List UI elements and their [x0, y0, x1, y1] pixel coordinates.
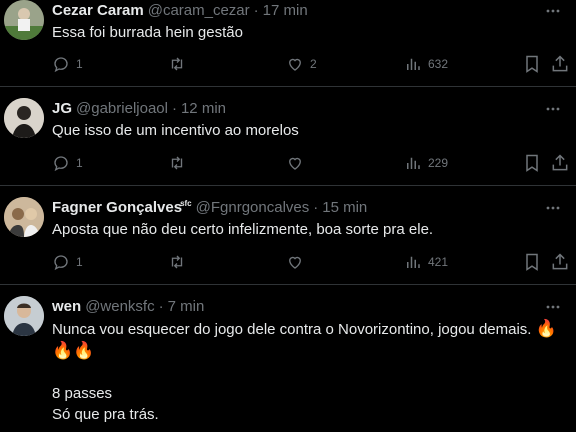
- fire-emoji: 🔥: [73, 341, 95, 360]
- reply-icon: [52, 55, 70, 73]
- timestamp[interactable]: 12 min: [181, 100, 226, 117]
- reply-count: 1: [76, 255, 83, 269]
- author-handle[interactable]: @Fgnrgoncalves: [196, 199, 310, 216]
- author-name[interactable]: wen: [52, 298, 81, 315]
- more-icon[interactable]: [544, 199, 562, 217]
- like-count: 2: [310, 57, 317, 71]
- retweet-icon: [168, 154, 186, 172]
- reply-icon: [52, 253, 70, 271]
- more-icon[interactable]: [544, 298, 562, 316]
- share-icon[interactable]: [550, 252, 570, 272]
- views-button[interactable]: 421: [404, 252, 448, 272]
- retweet-icon: [168, 253, 186, 271]
- author-handle[interactable]: @caram_cezar: [148, 2, 250, 19]
- retweet-button[interactable]: [168, 54, 192, 74]
- bookmark-icon[interactable]: [522, 153, 542, 173]
- author-name[interactable]: JG: [52, 100, 72, 117]
- retweet-icon: [168, 55, 186, 73]
- author-handle[interactable]: @wenksfc: [85, 298, 154, 315]
- reply-icon: [52, 154, 70, 172]
- author-handle[interactable]: @gabrieljoaol: [76, 100, 168, 117]
- like-icon: [286, 154, 304, 172]
- fire-emoji: 🔥: [52, 341, 74, 360]
- fire-emoji: 🔥: [535, 319, 557, 338]
- reply-count: 1: [76, 57, 83, 71]
- views-button[interactable]: 229: [404, 153, 448, 173]
- tweet-header: Fagner Gonçalvessfc @Fgnrgoncalves · 15 …: [52, 199, 536, 216]
- bookmark-icon[interactable]: [522, 252, 542, 272]
- tweet[interactable]: JG @gabrieljoaol · 12 min Que isso de um…: [0, 87, 576, 186]
- separator-dot: ·: [171, 100, 177, 117]
- share-icon[interactable]: [550, 153, 570, 173]
- like-icon: [286, 55, 304, 73]
- more-icon[interactable]: [544, 100, 562, 118]
- share-icon[interactable]: [550, 54, 570, 74]
- text-line: 🔥🔥: [52, 340, 562, 362]
- timestamp[interactable]: 7 min: [168, 298, 205, 315]
- separator-dot: ·: [253, 2, 259, 19]
- tweet[interactable]: Cezar Caram @caram_cezar · 17 min Essa f…: [0, 0, 576, 87]
- views-button[interactable]: 632: [404, 54, 448, 74]
- tweet-text: Que isso de um incentivo ao morelos: [52, 122, 299, 139]
- separator-dot: ·: [313, 199, 319, 216]
- views-icon: [404, 55, 422, 73]
- tweet-actions: 1 2 632: [52, 54, 576, 74]
- name-badge: sfc: [180, 199, 192, 208]
- tweet-text: Aposta que não deu certo infelizmente, b…: [52, 221, 434, 238]
- tweet-text: Essa foi burrada hein gestão: [52, 24, 243, 41]
- like-icon: [286, 253, 304, 271]
- retweet-button[interactable]: [168, 153, 192, 173]
- tweet[interactable]: Fagner Gonçalvessfc @Fgnrgoncalves · 15 …: [0, 186, 576, 285]
- like-button[interactable]: 2: [286, 54, 317, 74]
- like-button[interactable]: [286, 153, 310, 173]
- tweet-text: Nunca vou esquecer do jogo dele contra o…: [52, 318, 562, 425]
- reply-button[interactable]: 1: [52, 252, 83, 272]
- avatar[interactable]: [4, 98, 44, 138]
- author-name[interactable]: Fagner Gonçalvessfc: [52, 199, 192, 216]
- views-count: 421: [428, 255, 449, 269]
- tweet-header: JG @gabrieljoaol · 12 min: [52, 100, 536, 117]
- text-line: Só que pra trás.: [52, 406, 159, 423]
- tweet-actions: 1 421: [52, 252, 576, 272]
- views-count: 229: [428, 156, 449, 170]
- avatar[interactable]: [4, 0, 44, 40]
- reply-button[interactable]: 1: [52, 153, 83, 173]
- retweet-button[interactable]: [168, 252, 192, 272]
- tweet[interactable]: wen @wenksfc · 7 min Nunca vou esquecer …: [0, 285, 576, 432]
- reply-count: 1: [76, 156, 83, 170]
- text-line: 8 passes: [52, 385, 113, 402]
- avatar[interactable]: [4, 296, 44, 336]
- views-count: 632: [428, 57, 449, 71]
- bookmark-icon[interactable]: [522, 54, 542, 74]
- reply-button[interactable]: 1: [52, 54, 83, 74]
- tweet-header: Cezar Caram @caram_cezar · 17 min: [52, 2, 536, 19]
- timestamp[interactable]: 17 min: [263, 2, 308, 19]
- views-icon: [404, 154, 422, 172]
- tweet-header: wen @wenksfc · 7 min: [52, 298, 536, 315]
- like-button[interactable]: [286, 252, 310, 272]
- more-icon[interactable]: [544, 2, 562, 20]
- timestamp[interactable]: 15 min: [322, 199, 367, 216]
- tweet-actions: 1 229: [52, 153, 576, 173]
- avatar[interactable]: [4, 197, 44, 237]
- separator-dot: ·: [158, 298, 164, 315]
- views-icon: [404, 253, 422, 271]
- text-line: Nunca vou esquecer do jogo dele contra o…: [52, 319, 557, 338]
- reply-feed: Cezar Caram @caram_cezar · 17 min Essa f…: [0, 0, 576, 432]
- author-name[interactable]: Cezar Caram: [52, 2, 144, 19]
